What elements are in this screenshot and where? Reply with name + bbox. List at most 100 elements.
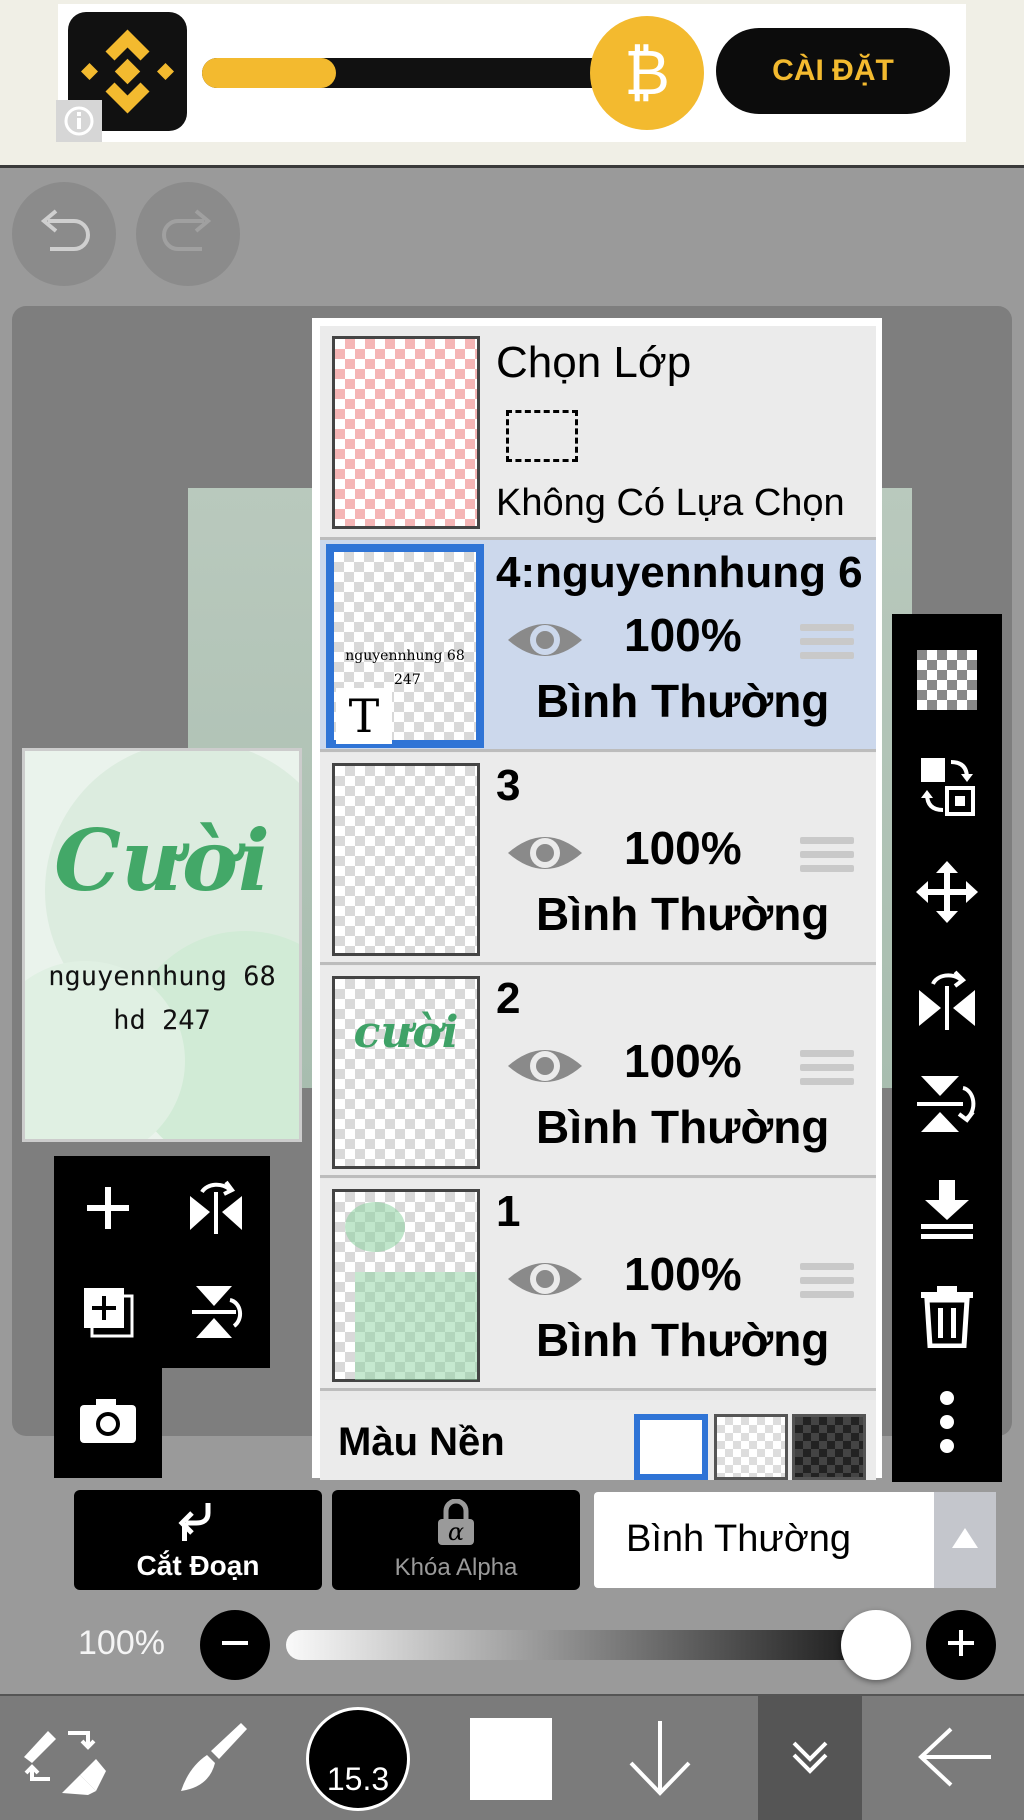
selection-thumbnail — [332, 336, 480, 529]
undo-button[interactable] — [12, 182, 116, 286]
selection-title: Chọn Lớp — [496, 338, 692, 387]
ad-progress-bar — [202, 58, 622, 88]
ad-install-button[interactable]: CÀI ĐẶT — [716, 28, 950, 114]
redo-icon — [158, 207, 218, 262]
eye-visibility-icon[interactable] — [506, 827, 584, 879]
redo-button[interactable] — [136, 182, 240, 286]
layer-blend-mode: Bình Thường — [536, 888, 830, 940]
blend-mode-dropdown-arrow[interactable] — [934, 1492, 996, 1588]
thumb-text: 247 — [394, 672, 421, 688]
thumb-shape — [345, 1202, 405, 1252]
drag-handle-icon[interactable] — [800, 1050, 854, 1092]
brush-size-button[interactable]: 15.3 — [306, 1696, 410, 1820]
preview-caption-line: hd 247 — [113, 1005, 211, 1036]
bottom-toolbar: 15.3 — [0, 1694, 1024, 1820]
opacity-value-label: 100% — [78, 1624, 165, 1662]
triangle-up-icon — [950, 1526, 980, 1555]
svg-text:₿: ₿ — [624, 36, 670, 109]
clipping-button[interactable]: Cắt Đoạn — [74, 1490, 322, 1590]
flip-horizontal-button[interactable] — [892, 952, 1002, 1048]
eye-visibility-icon[interactable] — [506, 614, 584, 666]
add-layer-button[interactable] — [58, 1160, 158, 1260]
svg-text:α: α — [448, 1518, 464, 1546]
swap-layer-button[interactable] — [892, 740, 1002, 836]
more-options-button[interactable] — [892, 1376, 1002, 1472]
brush-size-value: 15.3 — [326, 1761, 390, 1797]
eye-visibility-icon[interactable] — [506, 1253, 584, 1305]
layer-row[interactable]: 3 100% Bình Thường — [320, 753, 876, 965]
ad-progress-fill — [202, 58, 337, 88]
drag-handle-icon[interactable] — [800, 624, 854, 666]
background-transparent-swatch[interactable] — [714, 1414, 788, 1480]
move-arrows-icon — [916, 860, 978, 928]
layer-blend-mode: Bình Thường — [536, 1101, 830, 1153]
flip-layer-vertical-button[interactable] — [166, 1264, 266, 1364]
layer-row[interactable]: cười 2 100% Bình Thường — [320, 966, 876, 1178]
back-button[interactable] — [900, 1696, 1010, 1820]
drag-handle-icon[interactable] — [800, 837, 854, 879]
undo-icon — [34, 207, 94, 262]
drag-handle-icon[interactable] — [800, 1263, 854, 1305]
layer-down-button[interactable] — [610, 1696, 710, 1820]
flip-vertical-icon — [915, 1072, 979, 1141]
brush-icon — [171, 1717, 251, 1802]
layer-name: 4:nguyennhung 6 — [496, 548, 863, 597]
duplicate-layer-button[interactable] — [58, 1264, 158, 1364]
delete-layer-button[interactable] — [892, 1270, 1002, 1366]
layer-row[interactable]: nguyennhung 68 247 T 4:nguyennhung 6 100… — [320, 540, 876, 752]
layer-thumbnail — [332, 1189, 480, 1382]
background-dark-swatch[interactable] — [792, 1414, 866, 1480]
layer-name: 3 — [496, 761, 521, 810]
layer-name: 2 — [496, 974, 521, 1023]
more-vertical-icon — [937, 1390, 957, 1459]
color-picker-button[interactable] — [466, 1696, 556, 1820]
eye-visibility-icon[interactable] — [506, 1040, 584, 1092]
opacity-slider[interactable] — [286, 1630, 896, 1660]
thumb-art: cười — [353, 1007, 459, 1058]
flip-vertical-icon — [186, 1280, 246, 1349]
layer-opacity[interactable]: 100% — [624, 1247, 742, 1301]
layer-row[interactable]: 1 100% Bình Thường — [320, 1179, 876, 1391]
transparency-button[interactable] — [892, 634, 1002, 730]
thumb-shape — [355, 1272, 477, 1380]
ad-info-icon[interactable] — [56, 100, 102, 142]
camera-button[interactable] — [58, 1372, 158, 1472]
opacity-increase-button[interactable] — [926, 1610, 996, 1680]
merge-down-icon — [917, 1178, 977, 1247]
minus-icon — [220, 1628, 250, 1663]
layer-opacity[interactable]: 100% — [624, 1034, 742, 1088]
background-white-swatch[interactable] — [634, 1414, 708, 1480]
brush-eraser-switch-button[interactable] — [8, 1696, 118, 1820]
blend-mode-select[interactable]: Bình Thường — [594, 1492, 996, 1588]
current-color-swatch — [470, 1718, 552, 1800]
selection-status: Không Có Lựa Chọn — [496, 482, 845, 524]
brush-tool-button[interactable] — [156, 1696, 266, 1820]
right-toolbar — [892, 614, 1002, 1482]
opacity-decrease-button[interactable] — [200, 1610, 270, 1680]
clip-arrow-icon — [178, 1499, 218, 1548]
layers-panel-toggle-button[interactable] — [758, 1696, 862, 1820]
text-layer-badge-icon: T — [336, 688, 392, 744]
blend-mode-value: Bình Thường — [626, 1518, 852, 1560]
layer-opacity[interactable]: 100% — [624, 608, 742, 662]
flip-vertical-button[interactable] — [892, 1058, 1002, 1154]
merge-down-button[interactable] — [892, 1164, 1002, 1260]
ad-banner[interactable]: ₿ CÀI ĐẶT — [0, 0, 1024, 168]
camera-icon — [78, 1395, 138, 1450]
thumb-text: nguyennhung 68 — [345, 648, 465, 664]
checkerboard-icon — [917, 649, 977, 715]
arrow-down-icon — [625, 1717, 695, 1802]
plus-icon — [83, 1183, 133, 1238]
selection-layer-row[interactable]: Chọn Lớp Không Có Lựa Chọn — [320, 326, 876, 540]
opacity-slider-knob[interactable] — [841, 1610, 911, 1680]
brush-eraser-swap-icon — [18, 1717, 108, 1802]
flip-horizontal-icon — [915, 966, 979, 1035]
move-button[interactable] — [892, 846, 1002, 942]
flip-layer-horizontal-button[interactable] — [166, 1160, 266, 1260]
layer-thumbnail: nguyennhung 68 247 T — [326, 544, 484, 748]
plus-icon — [946, 1628, 976, 1663]
alpha-lock-button[interactable]: α Khóa Alpha — [332, 1490, 580, 1590]
layer-opacity[interactable]: 100% — [624, 821, 742, 875]
layer-thumbnail: cười — [332, 976, 480, 1169]
layer-blend-mode: Bình Thường — [536, 675, 830, 727]
